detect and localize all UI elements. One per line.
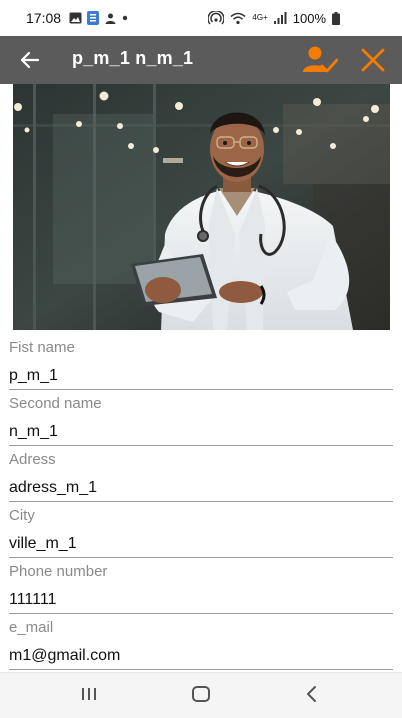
gallery-icon — [69, 12, 82, 24]
recent-apps-icon[interactable] — [80, 685, 98, 703]
city-input[interactable]: ville_m_1 — [9, 535, 77, 553]
status-system-icons: 4G+ 100% — [208, 0, 340, 36]
email-input[interactable]: m1@gmail.com — [9, 647, 120, 665]
doc-app-icon — [87, 11, 100, 25]
person-check-icon[interactable] — [302, 45, 338, 75]
first-name-underline — [9, 389, 393, 390]
app-bar: p_m_1 n_m_1 — [0, 36, 402, 84]
profile-photo — [13, 84, 390, 330]
email-label: e_mail — [9, 619, 54, 636]
home-icon[interactable] — [191, 685, 211, 703]
status-bar: 17:08 4G+ 100% — [0, 0, 402, 36]
dot-icon — [122, 15, 128, 21]
address-underline — [9, 501, 393, 502]
status-time: 17:08 — [26, 10, 62, 26]
signal-icon — [273, 12, 287, 24]
page-title: p_m_1 n_m_1 — [72, 48, 194, 68]
network-type: 4G+ — [252, 13, 268, 22]
first-name-input[interactable]: p_m_1 — [9, 367, 58, 385]
hotspot-icon — [208, 11, 225, 25]
back-arrow-icon[interactable] — [18, 48, 42, 72]
battery-icon — [332, 11, 340, 25]
phone-number-label: Phone number — [9, 563, 108, 580]
person-alert-icon — [105, 13, 116, 24]
close-icon[interactable] — [360, 47, 386, 73]
phone-number-input[interactable]: 111111 — [9, 591, 56, 609]
city-underline — [9, 557, 393, 558]
back-nav-icon[interactable] — [303, 685, 319, 703]
phone-number-underline — [9, 613, 393, 614]
city-label: City — [9, 507, 35, 524]
address-input[interactable]: adress_m_1 — [9, 479, 97, 497]
status-notification-icons — [69, 11, 128, 25]
address-label: Adress — [9, 451, 56, 468]
second-name-label: Second name — [9, 395, 102, 412]
second-name-underline — [9, 445, 393, 446]
system-nav-bar — [0, 672, 402, 718]
battery-percent: 100% — [292, 10, 326, 26]
first-name-label: Fist name — [9, 339, 75, 356]
profile-form: Fist name p_m_1 Second name n_m_1 Adress… — [0, 84, 402, 672]
email-underline — [9, 669, 393, 670]
second-name-input[interactable]: n_m_1 — [9, 423, 58, 441]
doctor-photo-image — [13, 84, 390, 330]
wifi-icon — [230, 12, 246, 24]
